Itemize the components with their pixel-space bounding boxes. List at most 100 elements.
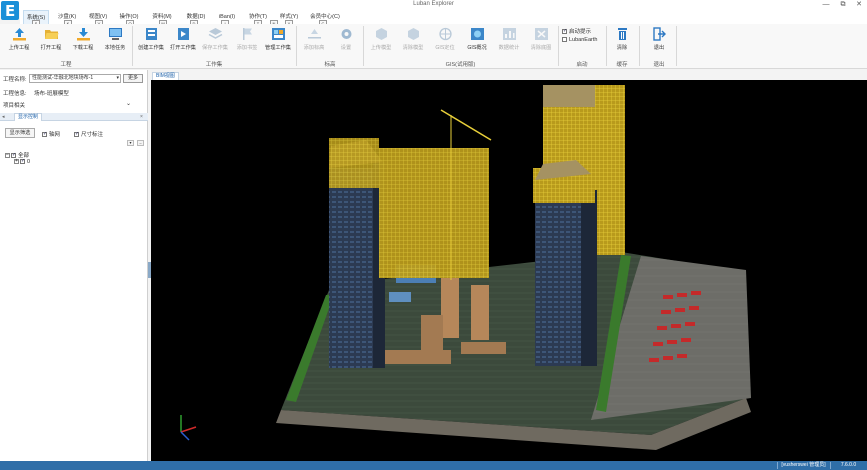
folder-open-icon	[44, 30, 58, 39]
scroll-down-button[interactable]: ▾	[127, 140, 134, 146]
group-label-level: 标高	[324, 62, 336, 68]
launch-tip-checkbox[interactable]	[562, 28, 567, 35]
save-workset-button[interactable]: 保存工作集	[200, 27, 230, 51]
group-label-launch: 启动	[576, 62, 588, 68]
gis-overview-label: GIS概况	[467, 45, 487, 51]
status-version: 7.6.0.0	[830, 462, 866, 469]
expand-icon[interactable]: +	[14, 159, 19, 165]
gis-overview-icon	[470, 28, 484, 40]
open-workset-label: 打开工作集	[170, 45, 196, 51]
group-label-gis: GIS(试用版)	[445, 62, 476, 68]
project-name-select[interactable]: 性能测试-华融北地块场布-1 ▾	[29, 74, 121, 83]
bookmark-label: 添加书签	[236, 45, 258, 51]
axis-gizmo	[180, 415, 197, 441]
launch-tip-option[interactable]: 启动提示	[562, 27, 591, 35]
group-label-workset: 工作集	[205, 62, 223, 68]
exit-label: 退出	[653, 45, 665, 51]
project-name-value: 性能测试-华融北地块场布-1	[32, 75, 94, 81]
manage-workset-button[interactable]: 管理工作集	[263, 27, 293, 51]
download-icon	[76, 28, 90, 41]
dimension-option[interactable]: 尺寸标注	[74, 130, 103, 138]
level-icon	[307, 29, 321, 39]
restore-button[interactable]: ⧉	[835, 0, 851, 10]
upload-project-button[interactable]: 上传工程	[4, 27, 34, 51]
data-stats-label: 数据统计	[498, 45, 520, 51]
app-logo-letter: E	[5, 2, 16, 20]
monitor-icon	[108, 28, 122, 40]
clear-cache-label: 清除	[616, 45, 628, 51]
add-level-button[interactable]: 添加标高	[299, 27, 329, 51]
upload-icon	[12, 28, 26, 41]
settings-button[interactable]: 设置	[331, 27, 361, 51]
collapse-icon[interactable]: −	[5, 153, 10, 159]
more-button[interactable]: 更多	[123, 74, 143, 83]
tree-item-0[interactable]: +0	[14, 158, 30, 165]
tower-3-side	[581, 190, 597, 366]
group-separator	[676, 26, 677, 66]
chevron-down-icon: ▾	[116, 75, 119, 81]
cube-clear-icon	[407, 28, 419, 40]
bim-viewport[interactable]	[151, 80, 867, 461]
chevron-down-icon[interactable]: ⌄	[126, 100, 131, 107]
create-workset-button[interactable]: 创建工作集	[136, 27, 166, 51]
group-label-exit: 退出	[653, 62, 665, 68]
axis-grid-label: 轴网	[49, 132, 61, 138]
tree-0-checkbox[interactable]	[20, 158, 25, 165]
gis-locate-label: GIS定位	[435, 45, 455, 51]
download-project-button[interactable]: 下载工程	[68, 27, 98, 51]
clear-cache-button[interactable]: 清除	[607, 27, 637, 51]
save-workset-label: 保存工作集	[202, 45, 228, 51]
minimize-button[interactable]: —	[818, 0, 834, 10]
section-title: 项目相关	[3, 103, 26, 109]
launch-tip-label: 启动提示	[569, 29, 592, 35]
lubanearth-checkbox[interactable]	[562, 37, 567, 43]
layers-icon	[208, 28, 222, 39]
lubanearth-option[interactable]: LubanEarth	[562, 37, 597, 43]
pin-icon[interactable]: ◂	[2, 113, 5, 121]
scaffolding-1-top	[329, 138, 379, 188]
dimension-label: 尺寸标注	[81, 132, 104, 138]
bookmark-button[interactable]: 添加书签	[232, 27, 262, 51]
tab-display-control[interactable]: 显示控制	[14, 113, 43, 121]
group-label-cache: 缓存	[616, 62, 628, 68]
tab-bim-view[interactable]: BIM视图	[152, 72, 179, 80]
display-filter-button[interactable]: 显示筛选	[5, 128, 35, 138]
gis-overview-button[interactable]: GIS概况	[462, 27, 492, 51]
clear-model-label: 清除模型	[402, 45, 424, 51]
close-icon[interactable]: ×	[140, 113, 143, 121]
upload-model-label: 上传模型	[370, 45, 392, 51]
flag-icon	[242, 28, 252, 40]
data-stats-button[interactable]: 数据统计	[494, 27, 524, 51]
exit-button[interactable]: 退出	[644, 27, 674, 51]
manage-workset-label: 管理工作集	[265, 45, 291, 51]
clear-basemap-label: 清除底图	[530, 45, 552, 51]
globe-icon	[438, 27, 452, 41]
gis-locate-button[interactable]: GIS定位	[430, 27, 460, 51]
upload-model-button[interactable]: 上传模型	[366, 27, 396, 51]
workset-create-icon	[145, 28, 157, 40]
open-workset-button[interactable]: 打开工作集	[168, 27, 198, 51]
open-project-button[interactable]: 打开工程	[36, 27, 66, 51]
local-task-button[interactable]: 本地任务	[100, 27, 130, 51]
clear-basemap-button[interactable]: 清除底图	[526, 27, 556, 51]
workset-open-icon	[177, 28, 189, 40]
bim-scene[interactable]	[151, 80, 867, 461]
clear-model-button[interactable]: 清除模型	[398, 27, 428, 51]
dimension-checkbox[interactable]	[74, 131, 79, 138]
watermark-logo-icon	[11, 443, 32, 461]
add-level-label: 添加标高	[303, 45, 325, 51]
axis-grid-checkbox[interactable]	[42, 131, 47, 138]
watermark-text: 六敏跨境	[38, 443, 114, 463]
project-name-label: 工程名称:	[3, 77, 27, 83]
axis-grid-option[interactable]: 轴网	[42, 130, 60, 138]
app-logo[interactable]: E	[1, 1, 19, 20]
manage-workset-icon	[271, 28, 285, 40]
title-bar: Luban Explorer — ⧉ ✕	[0, 0, 867, 10]
status-user: [vusherswei 管理员]	[777, 462, 829, 469]
ribbon: 上传工程 打开工程 下载工程 本地任务 工程 创建工作集 打开工作集 保存工作集…	[0, 24, 867, 69]
collapse-button[interactable]: –	[137, 140, 144, 146]
trash-icon	[617, 28, 627, 40]
upload-project-label: 上传工程	[8, 45, 30, 51]
lubanearth-label: LubanEarth	[569, 37, 598, 43]
close-button[interactable]: ✕	[851, 0, 867, 10]
